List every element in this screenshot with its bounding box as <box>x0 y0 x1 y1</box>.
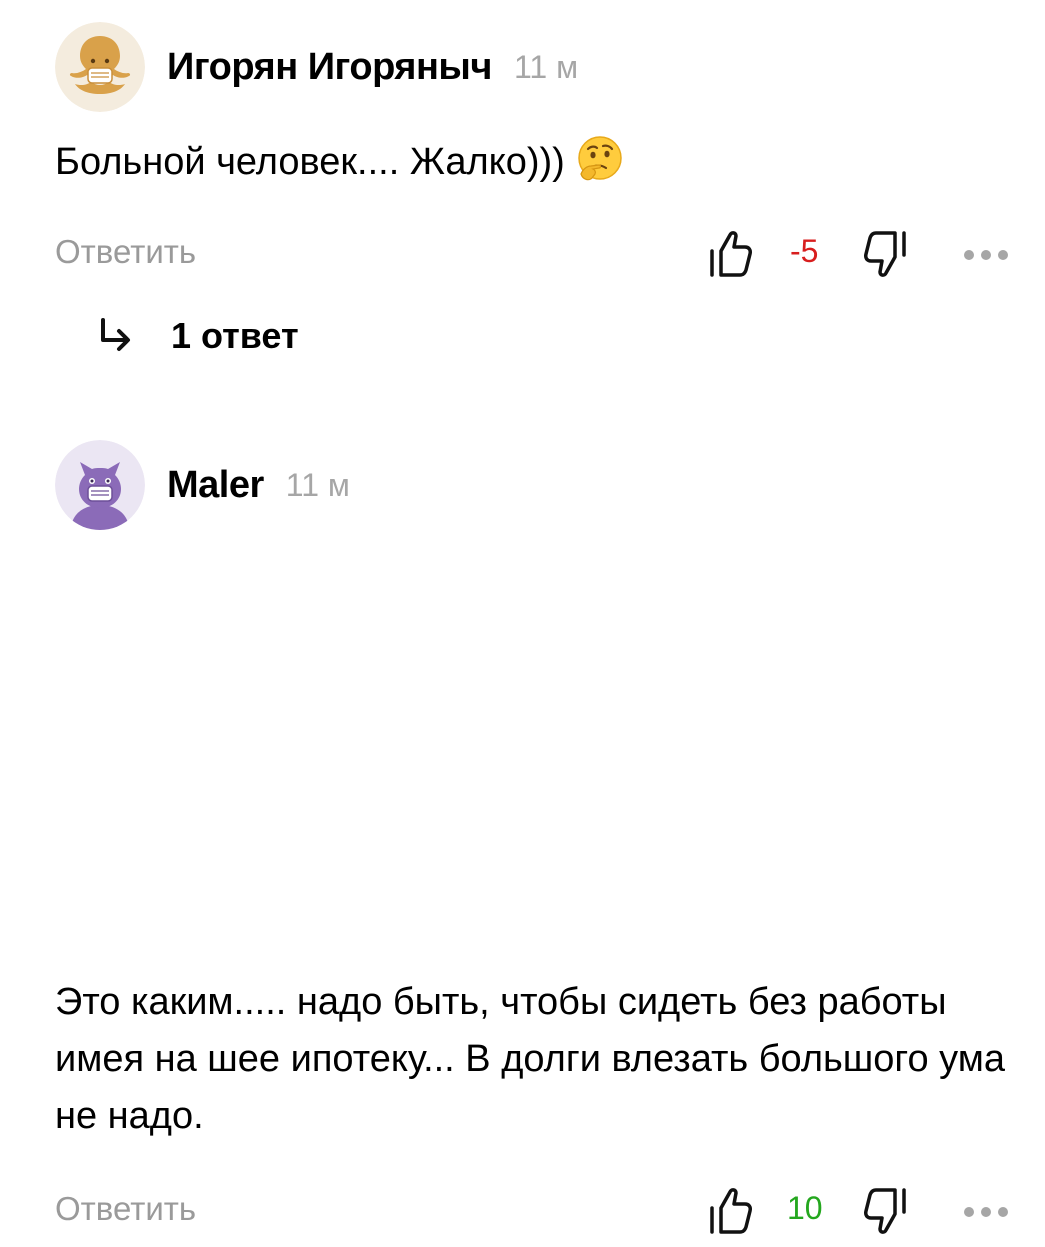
dislike-button[interactable] <box>862 1186 914 1242</box>
comment-score: -5 <box>790 233 819 269</box>
thumbs-down-icon <box>864 231 906 277</box>
thinking-face-icon <box>578 136 622 181</box>
more-button[interactable] <box>960 1202 1012 1222</box>
thumbs-up-icon <box>710 231 752 277</box>
like-button[interactable] <box>705 1182 755 1238</box>
reply-arrow-icon <box>101 318 130 351</box>
comment-actions: Ответить -5 <box>0 225 1045 285</box>
comment-text: Больной человек.... Жалко))) <box>55 134 1015 191</box>
comment-actions: Ответить 10 <box>0 1182 1045 1242</box>
reply-button[interactable]: Ответить <box>55 233 196 271</box>
dislike-button[interactable] <box>862 229 914 285</box>
octopus-avatar-icon <box>55 22 145 112</box>
avatar[interactable] <box>55 440 145 530</box>
more-dots-icon <box>964 1207 1008 1217</box>
replies-count-label[interactable]: 1 ответ <box>171 315 299 357</box>
thumbs-down-icon <box>864 1188 906 1234</box>
thumbs-up-icon <box>710 1188 752 1234</box>
comment-text-content: Это каким..... надо быть, чтобы сидеть б… <box>55 981 1005 1137</box>
comment-time: 11 м <box>513 48 579 85</box>
more-button[interactable] <box>960 245 1012 265</box>
comment-time: 11 м <box>285 466 350 503</box>
comment-text: Это каким..... надо быть, чтобы сидеть б… <box>55 974 1015 1145</box>
author-name[interactable]: Maler <box>167 464 264 507</box>
comment-score: 10 <box>787 1190 823 1226</box>
reply-button[interactable]: Ответить <box>55 1190 196 1228</box>
comment-text-content: Больной человек.... Жалко))) <box>55 141 565 183</box>
cat-avatar-icon <box>55 440 145 530</box>
comment-header: Игорян Игоряныч 11 м <box>55 22 578 112</box>
like-button[interactable] <box>705 225 755 281</box>
author-name[interactable]: Игорян Игоряныч <box>167 46 492 89</box>
more-dots-icon <box>964 250 1008 260</box>
avatar[interactable] <box>55 22 145 112</box>
comment-header: Maler 11 м <box>55 440 350 530</box>
show-replies-link[interactable]: 1 ответ <box>95 315 299 357</box>
